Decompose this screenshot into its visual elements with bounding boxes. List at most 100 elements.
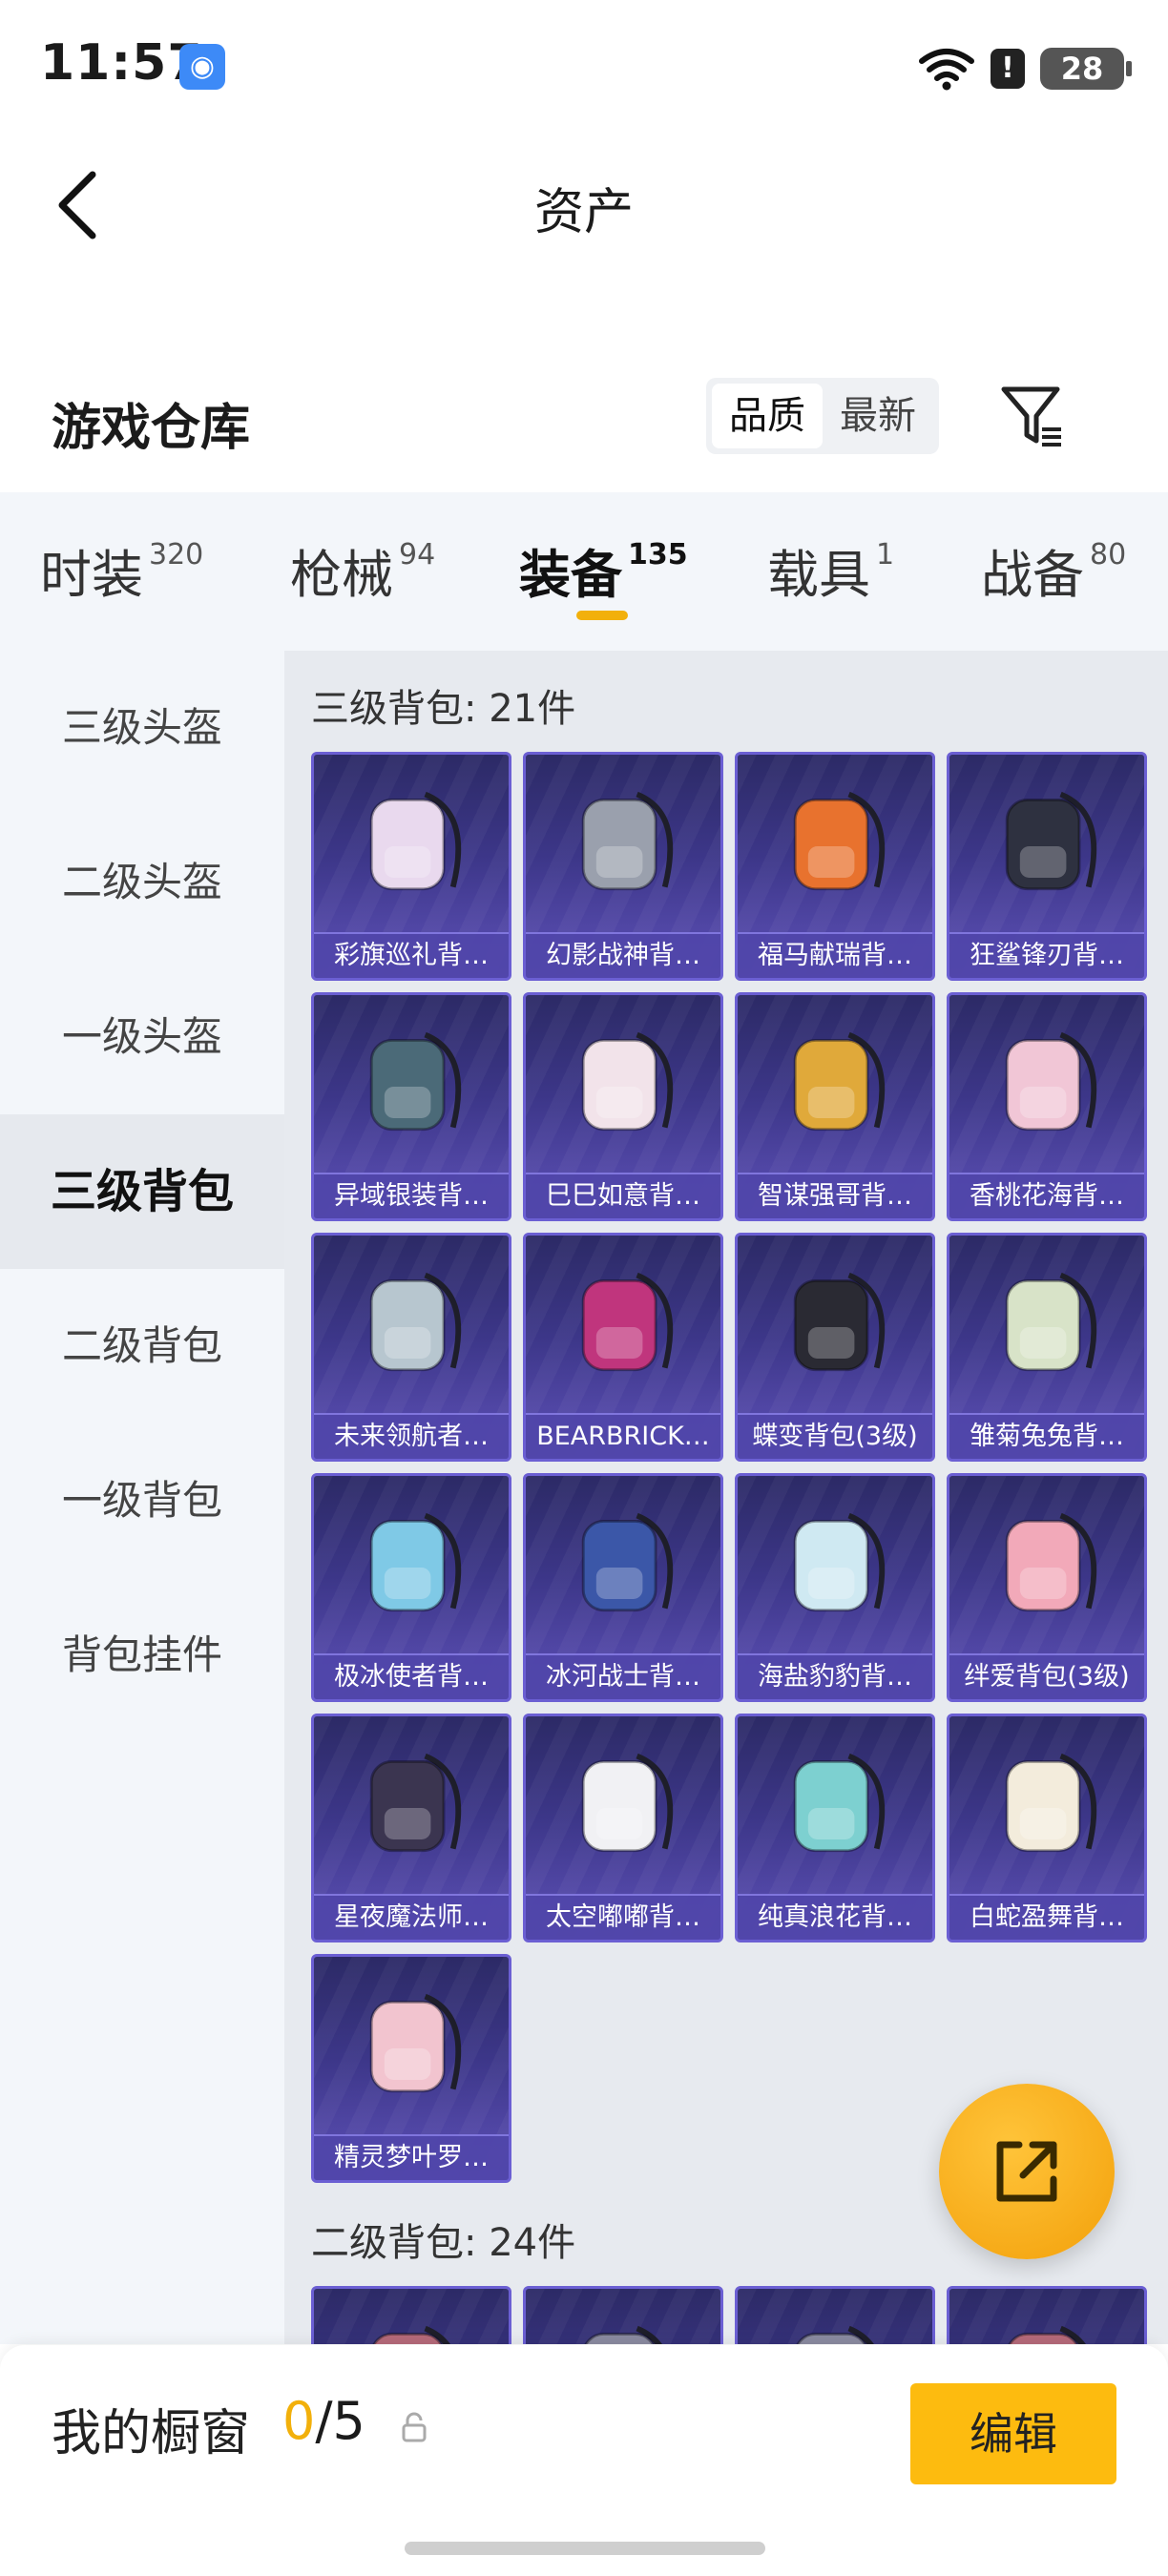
edit-button[interactable]: 编辑 [910,2383,1116,2484]
sidebar-item-level1-helmet[interactable]: 一级头盔 [0,960,284,1114]
status-time: 11:57 [40,34,203,92]
tab-supplies[interactable]: 战备 80 [981,532,1126,608]
sort-toggle: 品质 最新 [706,378,939,454]
item-card[interactable] [947,2286,1147,2344]
battery-icon: 28 [1040,48,1132,90]
sidebar-item-level3-helmet[interactable]: 三级头盔 [0,651,284,805]
item-card[interactable] [311,2286,511,2344]
sidebar-item-level2-backpack[interactable]: 二级背包 [0,1269,284,1423]
item-card-label: 纯真浪花背… [738,1894,932,1940]
category-tabs: 时装 320 枪械 94 装备 135 载具 1 战备 80 [0,492,1168,651]
sort-newest-button[interactable]: 最新 [823,384,933,448]
backpack-icon [369,1272,462,1372]
backpack-icon [793,1031,886,1132]
item-card-label: 巳巳如意背… [526,1173,720,1218]
item-card[interactable]: 太空嘟嘟背… [523,1714,723,1942]
item-card[interactable]: 福马献瑞背… [735,752,935,981]
tab-vehicles[interactable]: 载具 1 [767,532,894,608]
backpack-icon [369,1993,462,2093]
item-card[interactable]: 未来领航者… [311,1233,511,1462]
backpack-icon [796,2325,874,2344]
backpack-icon [369,1512,462,1612]
item-card-label: 智谋强哥背… [738,1173,932,1218]
showcase-current: 0 [282,2391,316,2451]
item-card[interactable]: 海盐豹豹背… [735,1473,935,1702]
status-bar: 11:57 ◉ ! 28 [0,0,1168,134]
section-title-level2-backpack: 二级背包: 24件 [311,2221,576,2265]
backpack-icon [369,1031,462,1132]
item-card-label: 未来领航者… [314,1413,509,1459]
item-card[interactable]: 幻影战神背… [523,752,723,981]
item-card-label: 冰河战士背… [526,1653,720,1699]
sidebar: 三级头盔 二级头盔 一级头盔 三级背包 二级背包 一级背包 背包挂件 [0,651,284,2344]
item-card[interactable]: 彩旗巡礼背… [311,752,511,981]
backpack-icon [793,1512,886,1612]
tab-label: 时装 [40,545,143,605]
item-card[interactable]: 香桃花海背… [947,992,1147,1221]
sidebar-item-level2-helmet[interactable]: 二级头盔 [0,805,284,960]
item-card[interactable]: 精灵梦叶罗… [311,1954,511,2183]
tab-count: 94 [399,538,436,571]
tab-label: 载具 [767,545,870,605]
item-card-label: 狂鲨锋刃背… [949,932,1144,978]
filter-button[interactable] [998,382,1067,450]
item-card-label: 蝶变背包(3级) [738,1413,932,1459]
warehouse-title: 游戏仓库 [52,400,251,457]
item-card-label: 彩旗巡礼背… [314,932,509,978]
sidebar-item-level1-backpack[interactable]: 一级背包 [0,1423,284,1578]
item-card[interactable]: 狂鲨锋刃背… [947,752,1147,981]
filter-icon [1001,386,1061,447]
tab-label: 战备 [981,545,1084,605]
item-card[interactable] [523,2286,723,2344]
backpack-icon [581,1512,674,1612]
item-card[interactable]: 纯真浪花背… [735,1714,935,1942]
item-card[interactable]: BEARBRICK… [523,1233,723,1462]
item-card[interactable]: 绊爱背包(3级) [947,1473,1147,1702]
item-card[interactable]: 冰河战士背… [523,1473,723,1702]
backpack-icon [793,1753,886,1853]
item-card-label: 异域银装背… [314,1173,509,1218]
item-card[interactable]: 蝶变背包(3级) [735,1233,935,1462]
item-card-label: 香桃花海背… [949,1173,1144,1218]
showcase-total: /5 [315,2391,365,2451]
item-card[interactable]: 星夜魔法师… [311,1714,511,1942]
backpack-icon [369,1753,462,1853]
tab-count: 135 [628,538,688,571]
bottom-bar: 我的橱窗 0/5 编辑 [0,2345,1168,2576]
home-indicator[interactable] [405,2542,765,2555]
backpack-icon [581,791,674,891]
tab-equipment[interactable]: 装备 135 [519,532,688,608]
item-card[interactable]: 极冰使者背… [311,1473,511,1702]
wifi-icon [919,49,974,91]
backpack-icon [1005,1512,1097,1612]
backpack-icon [581,1753,674,1853]
item-card[interactable] [735,2286,935,2344]
tab-count: 320 [149,538,204,571]
backpack-icon [1005,1272,1097,1372]
item-card[interactable]: 雏菊兔兔背… [947,1233,1147,1462]
tab-guns[interactable]: 枪械 94 [290,532,435,608]
sidebar-item-level3-backpack[interactable]: 三级背包 [0,1114,284,1269]
item-card-label: 星夜魔法师… [314,1894,509,1940]
item-card-label: 绊爱背包(3级) [949,1653,1144,1699]
item-card[interactable]: 白蛇盈舞背… [947,1714,1147,1942]
share-button[interactable] [939,2084,1115,2259]
page-title: 资产 [533,184,634,241]
backpack-icon [793,1272,886,1372]
item-card[interactable]: 巳巳如意背… [523,992,723,1221]
backpack-icon [369,791,462,891]
item-card[interactable]: 异域银装背… [311,992,511,1221]
tab-fashion[interactable]: 时装 320 [40,532,203,608]
sort-quality-button[interactable]: 品质 [712,384,823,448]
backpack-icon [581,1031,674,1132]
sidebar-item-backpack-charm[interactable]: 背包挂件 [0,1578,284,1733]
status-icons: ! 28 [918,42,1132,95]
backpack-icon [1008,2325,1086,2344]
item-card-label: 太空嘟嘟背… [526,1894,720,1940]
backpack-icon [581,1272,674,1372]
item-card[interactable]: 智谋强哥背… [735,992,935,1221]
tab-count: 80 [1090,538,1127,571]
alert-icon: ! [991,49,1025,89]
backpack-icon [793,791,886,891]
showcase-count: 0/5 [282,2391,365,2451]
